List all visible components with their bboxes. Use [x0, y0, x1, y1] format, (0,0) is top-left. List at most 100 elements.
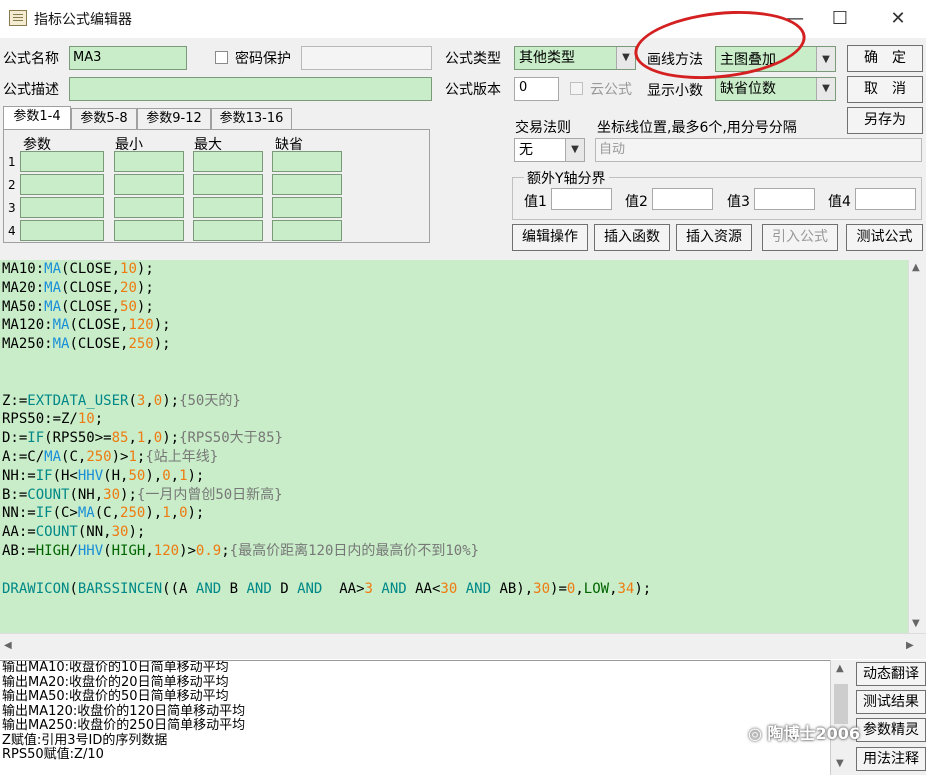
insert-resource-button[interactable]: 插入资源 — [676, 224, 752, 251]
code-token: , — [170, 505, 180, 522]
tab-params-9-12[interactable]: 参数9-12 — [137, 108, 211, 130]
output-line: 输出MA250:收盘价的250日简单移动平均 — [2, 718, 246, 733]
scroll-right-icon[interactable]: ▶ — [906, 640, 914, 651]
close-button[interactable]: ✕ — [880, 6, 916, 32]
code-token: (C, — [94, 505, 121, 522]
editor-vertical-scrollbar[interactable]: ▲ ▼ — [908, 260, 926, 633]
code-line: D:=IF(RPS50>=85,1,0);{RPS50大于85} — [0, 429, 908, 448]
code-token: )> — [111, 448, 129, 465]
code-token: AB:= — [2, 542, 36, 559]
param-cell[interactable] — [20, 174, 104, 195]
desc-input[interactable] — [69, 77, 432, 101]
param-cell[interactable] — [20, 220, 104, 241]
param-cell[interactable] — [114, 197, 184, 218]
scroll-up-icon[interactable]: ▲ — [836, 663, 844, 674]
code-token: (NN, — [77, 524, 112, 541]
tab-params-1-4[interactable]: 参数1-4 — [3, 106, 71, 130]
tab-params-13-16[interactable]: 参数13-16 — [211, 108, 292, 130]
edit-operations-button[interactable]: 编辑操作 — [512, 224, 588, 251]
code-token: / — [69, 542, 78, 559]
trade-rule-select[interactable]: 无 ▼ — [514, 138, 585, 162]
editor-horizontal-scrollbar[interactable]: ◀ ▶ — [0, 633, 926, 659]
scroll-down-icon[interactable]: ▼ — [912, 618, 920, 629]
scroll-down-icon[interactable]: ▼ — [836, 758, 844, 769]
coord-input[interactable]: 自动 — [595, 138, 922, 162]
code-token: MA10: — [2, 261, 45, 277]
usage-note-button[interactable]: 用法注释 — [856, 747, 926, 771]
param-row-number: 4 — [8, 224, 16, 238]
insert-function-button[interactable]: 插入函数 — [594, 224, 670, 251]
code-token: Z:= — [2, 392, 28, 409]
val4-input[interactable] — [855, 188, 916, 210]
code-token: AND — [381, 580, 407, 597]
code-token: 50 — [120, 298, 137, 315]
param-cell[interactable] — [193, 220, 263, 241]
val2-input[interactable] — [652, 188, 713, 210]
code-token: ; — [221, 542, 230, 559]
param-cell[interactable] — [114, 220, 184, 241]
output-line: 输出MA10:收盘价的10日简单移动平均 — [2, 660, 229, 675]
name-label: 公式名称 — [3, 51, 59, 67]
param-row-number: 2 — [8, 178, 16, 192]
cloud-formula-checkbox[interactable] — [570, 82, 583, 95]
output-scrollbar[interactable]: ▲ ▼ — [830, 660, 852, 775]
param-cell[interactable] — [272, 174, 342, 195]
val3-input[interactable] — [754, 188, 815, 210]
save-as-button[interactable]: 另存为 — [847, 107, 923, 134]
param-cell[interactable] — [272, 220, 342, 241]
code-token: 85 — [111, 430, 129, 447]
code-token: 0 — [162, 467, 171, 484]
param-cell[interactable] — [20, 197, 104, 218]
scroll-thumb[interactable] — [834, 684, 848, 724]
test-formula-button[interactable]: 测试公式 — [846, 224, 923, 251]
code-token: 30 — [533, 580, 551, 597]
param-cell[interactable] — [20, 151, 104, 172]
trade-rule-value: 无 — [519, 142, 533, 158]
code-token: 50 — [128, 467, 146, 484]
code-token: AND — [195, 580, 222, 597]
name-input[interactable]: MA3 — [69, 46, 187, 70]
code-token: DRAWICON — [2, 580, 70, 597]
code-token: {站上年线} — [145, 448, 219, 465]
val1-input[interactable] — [551, 188, 612, 210]
code-token: ); — [153, 336, 171, 353]
code-token: ); — [634, 580, 652, 597]
cancel-button[interactable]: 取 消 — [847, 76, 923, 103]
code-token: ); — [136, 261, 154, 277]
type-select[interactable]: 其他类型 ▼ — [514, 46, 636, 70]
param-cell[interactable] — [193, 174, 263, 195]
code-token: COUNT — [27, 486, 70, 503]
param-cell[interactable] — [272, 197, 342, 218]
tab-params-5-8[interactable]: 参数5-8 — [71, 108, 137, 130]
param-wizard-button[interactable]: 参数精灵 — [856, 718, 926, 742]
password-input[interactable] — [301, 46, 432, 70]
dynamic-translate-button[interactable]: 动态翻译 — [856, 662, 926, 686]
test-result-button[interactable]: 测试结果 — [856, 690, 926, 714]
code-token: MA120: — [2, 317, 53, 334]
code-token: (CLOSE, — [61, 261, 121, 277]
password-checkbox[interactable] — [215, 51, 228, 64]
extra-axis-label: 额外Y轴分界 — [524, 168, 609, 188]
scroll-up-icon[interactable]: ▲ — [912, 262, 920, 273]
formula-code-editor[interactable]: MA10:MA(CLOSE,10); MA20:MA(CLOSE,20); MA50… — [0, 260, 908, 633]
decimal-select[interactable]: 缺省位数 ▼ — [715, 77, 836, 101]
param-cell[interactable] — [193, 151, 263, 172]
val2-label: 值2 — [625, 194, 648, 210]
scroll-left-icon[interactable]: ◀ — [4, 640, 12, 651]
version-input[interactable]: 0 — [514, 77, 559, 101]
maximize-button[interactable]: ☐ — [822, 6, 858, 32]
chevron-down-icon: ▼ — [816, 78, 835, 100]
param-cell[interactable] — [114, 151, 184, 172]
param-cell[interactable] — [193, 197, 263, 218]
password-label: 密码保护 — [235, 51, 291, 67]
version-label: 公式版本 — [445, 82, 501, 98]
param-cell[interactable] — [114, 174, 184, 195]
param-cell[interactable] — [272, 151, 342, 172]
code-token: 1 — [128, 448, 137, 465]
import-formula-button[interactable]: 引入公式 — [762, 224, 838, 251]
code-token: , — [609, 580, 618, 597]
ok-button[interactable]: 确 定 — [847, 45, 923, 72]
coord-label: 坐标线位置,最多6个,用分号分隔 — [597, 120, 797, 136]
code-token: ; — [94, 411, 104, 428]
